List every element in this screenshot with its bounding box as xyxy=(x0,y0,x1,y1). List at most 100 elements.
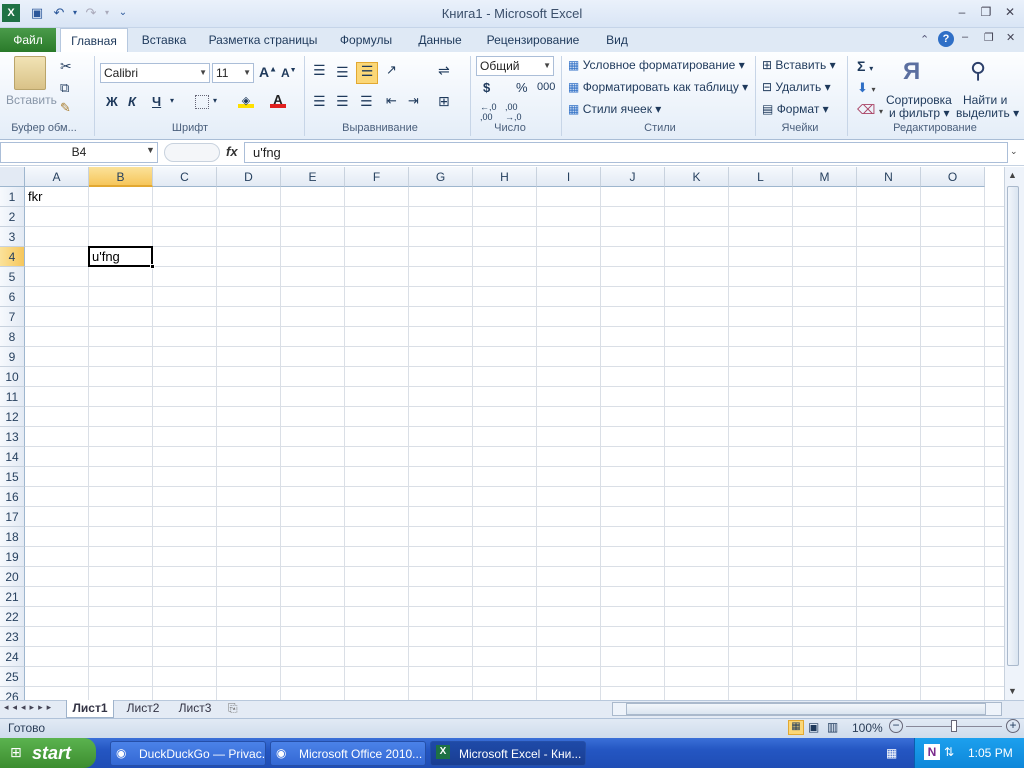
row-header-2[interactable]: 2 xyxy=(0,207,25,227)
fill-color-icon[interactable]: ◈ xyxy=(238,94,254,108)
fill-handle[interactable] xyxy=(150,264,155,269)
vertical-scroll-thumb[interactable] xyxy=(1007,186,1019,666)
font-size-select[interactable]: 11 ▼ xyxy=(212,63,254,83)
minimize-ribbon-icon[interactable]: ⌃ xyxy=(920,33,929,46)
row-header-5[interactable]: 5 xyxy=(0,267,25,287)
column-header-b[interactable]: B xyxy=(89,167,153,187)
align-bottom-icon[interactable]: ☰ xyxy=(356,62,378,84)
row-header-3[interactable]: 3 xyxy=(0,227,25,247)
doc-restore-icon[interactable]: ❐ xyxy=(984,31,994,44)
fill-icon[interactable]: ⬇ ▾ xyxy=(857,80,876,96)
paste-icon[interactable] xyxy=(14,56,46,90)
column-header-k[interactable]: K xyxy=(665,167,729,187)
row-header-1[interactable]: 1 xyxy=(0,187,25,207)
row-header-8[interactable]: 8 xyxy=(0,327,25,347)
format-as-table-button[interactable]: ▦ Форматировать как таблицу ▾ xyxy=(568,80,748,94)
zoom-out-icon[interactable]: − xyxy=(889,719,903,733)
sort-filter-button-line1[interactable]: Сортировка xyxy=(886,93,952,107)
page-layout-view-icon[interactable]: ▣ xyxy=(808,720,819,734)
column-header-j[interactable]: J xyxy=(601,167,665,187)
row-header-12[interactable]: 12 xyxy=(0,407,25,427)
network-icon[interactable]: ⇅ xyxy=(944,745,954,759)
insert-function-icon[interactable]: fx xyxy=(226,144,238,159)
select-all-corner[interactable] xyxy=(0,167,25,187)
wrap-text-icon[interactable]: ⇌ xyxy=(438,62,450,79)
cell-styles-button[interactable]: ▦ Стили ячеек ▾ xyxy=(568,102,661,116)
delete-cells-button[interactable]: ⊟ Удалить ▾ xyxy=(762,80,831,94)
sheet-tab-3[interactable]: Лист3 xyxy=(172,700,218,718)
number-format-select[interactable]: Общий ▼ xyxy=(476,56,554,76)
row-header-6[interactable]: 6 xyxy=(0,287,25,307)
row-header-18[interactable]: 18 xyxy=(0,527,25,547)
copy-icon[interactable]: ⧉ xyxy=(60,80,69,96)
decrease-decimal-icon[interactable]: ,00 →,0 xyxy=(505,102,522,122)
grow-font-icon[interactable]: A▲ xyxy=(259,64,277,80)
format-cells-button[interactable]: ▤ Формат ▾ xyxy=(762,102,829,116)
column-header-f[interactable]: F xyxy=(345,167,409,187)
font-color-icon[interactable]: A xyxy=(270,92,286,108)
row-header-24[interactable]: 24 xyxy=(0,647,25,667)
currency-button[interactable]: $ xyxy=(483,80,490,95)
find-select-button-line1[interactable]: Найти и xyxy=(963,93,1007,107)
worksheet-grid[interactable]: ABCDEFGHIJKLMNO 1 2 3 4 5 6 7 8 9 10 11 12 13 14 15 16 1… xyxy=(0,167,1004,700)
row-header-26[interactable]: 26 xyxy=(0,687,25,700)
task-duckduckgo[interactable]: DuckDuckGo — Privac... xyxy=(110,741,266,766)
column-header-e[interactable]: E xyxy=(281,167,345,187)
column-header-m[interactable]: M xyxy=(793,167,857,187)
sheet-tab-1[interactable]: Лист1 xyxy=(66,700,114,718)
task-office[interactable]: Microsoft Office 2010... xyxy=(270,741,426,766)
formula-input[interactable]: u'fng xyxy=(244,142,1008,163)
tab-file[interactable]: Файл xyxy=(0,28,56,52)
page-break-view-icon[interactable]: ▥ xyxy=(827,720,838,734)
cut-icon[interactable]: ✂ xyxy=(60,58,72,75)
font-name-select[interactable]: Calibri ▼ xyxy=(100,63,210,83)
tab-page-layout[interactable]: Разметка страницы xyxy=(200,28,326,52)
zoom-level[interactable]: 100% xyxy=(852,721,883,735)
align-top-icon[interactable]: ☰ xyxy=(313,62,326,79)
column-header-c[interactable]: C xyxy=(153,167,217,187)
row-header-25[interactable]: 25 xyxy=(0,667,25,687)
sort-filter-icon[interactable]: Я xyxy=(903,58,920,86)
autosum-button[interactable]: Σ ▾ xyxy=(857,58,873,74)
tab-view[interactable]: Вид xyxy=(592,28,642,52)
column-header-a[interactable]: A xyxy=(25,167,89,187)
clear-icon[interactable]: ⌫ ▾ xyxy=(857,102,883,118)
row-header-14[interactable]: 14 xyxy=(0,447,25,467)
insert-sheet-icon[interactable]: ⎘ xyxy=(228,701,238,716)
italic-button[interactable]: К xyxy=(128,94,136,109)
row-header-11[interactable]: 11 xyxy=(0,387,25,407)
tab-formulas[interactable]: Формулы xyxy=(330,28,402,52)
row-header-10[interactable]: 10 xyxy=(0,367,25,387)
binoculars-icon[interactable]: ⚲ xyxy=(970,58,986,84)
column-header-d[interactable]: D xyxy=(217,167,281,187)
row-header-21[interactable]: 21 xyxy=(0,587,25,607)
row-header-13[interactable]: 13 xyxy=(0,427,25,447)
column-header-l[interactable]: L xyxy=(729,167,793,187)
normal-view-icon[interactable]: ▦ xyxy=(788,720,804,735)
row-header-9[interactable]: 9 xyxy=(0,347,25,367)
column-header-i[interactable]: I xyxy=(537,167,601,187)
row-header-20[interactable]: 20 xyxy=(0,567,25,587)
align-left-icon[interactable]: ☰ xyxy=(313,93,326,110)
tab-review[interactable]: Рецензирование xyxy=(478,28,588,52)
column-header-o[interactable]: O xyxy=(921,167,985,187)
borders-icon[interactable] xyxy=(195,95,209,109)
conditional-formatting-button[interactable]: ▦ Условное форматирование ▾ xyxy=(568,58,745,72)
column-header-g[interactable]: G xyxy=(409,167,473,187)
scroll-down-icon[interactable]: ▼ xyxy=(1008,686,1017,696)
minimize-icon[interactable]: – xyxy=(952,5,972,21)
row-header-22[interactable]: 22 xyxy=(0,607,25,627)
horizontal-scroll-thumb[interactable] xyxy=(626,703,986,715)
row-header-7[interactable]: 7 xyxy=(0,307,25,327)
align-right-icon[interactable]: ☰ xyxy=(360,93,373,110)
close-icon[interactable]: ✕ xyxy=(1000,5,1020,21)
row-header-15[interactable]: 15 xyxy=(0,467,25,487)
name-box[interactable]: B4 xyxy=(0,142,158,163)
keyboard-icon[interactable]: ▦ xyxy=(886,746,897,760)
shrink-font-icon[interactable]: A▼ xyxy=(281,66,297,80)
bold-button[interactable]: Ж xyxy=(106,94,118,109)
increase-decimal-icon[interactable]: ←,0,00 xyxy=(480,102,497,122)
onenote-icon[interactable]: N xyxy=(924,744,940,760)
tab-data[interactable]: Данные xyxy=(406,28,474,52)
decrease-indent-icon[interactable]: ⇤ xyxy=(386,93,397,109)
